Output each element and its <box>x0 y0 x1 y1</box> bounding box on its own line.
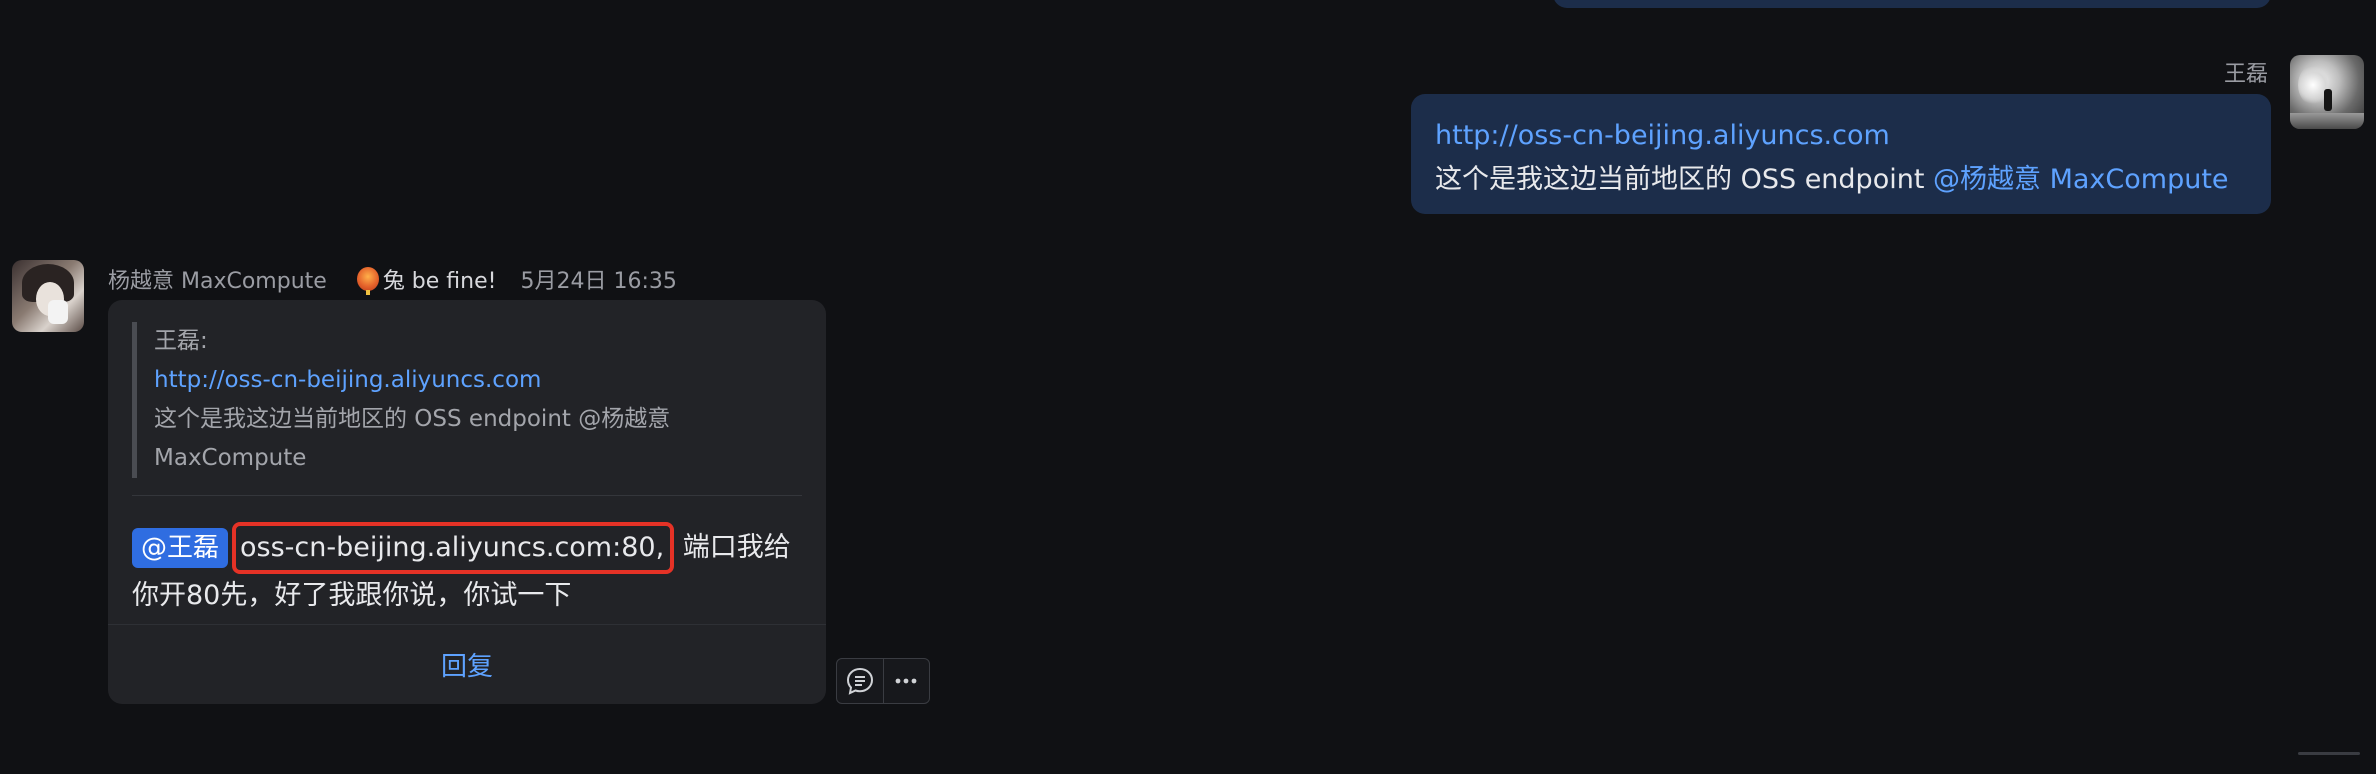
quote-text-line2: MaxCompute <box>154 445 307 471</box>
quote-divider <box>132 495 802 496</box>
incoming-avatar[interactable] <box>12 260 84 332</box>
reply-button[interactable]: 回复 <box>108 625 826 703</box>
outgoing-avatar[interactable] <box>2290 55 2364 129</box>
outgoing-link[interactable]: http://oss-cn-beijing.aliyuncs.com <box>1435 114 2247 158</box>
quote-link[interactable]: http://oss-cn-beijing.aliyuncs.com <box>154 361 802 400</box>
chat-bubble-icon <box>846 667 873 695</box>
more-dots-icon <box>895 678 917 684</box>
sender-status-text: 兔 be fine! <box>382 269 497 294</box>
quote-author: 王磊: <box>154 328 208 354</box>
quote-text-line1: 这个是我这边当前地区的 OSS endpoint @杨越意 <box>154 406 671 432</box>
avatar-figure-shape <box>2324 89 2332 111</box>
previous-message-bubble <box>1553 0 2271 8</box>
highlighted-endpoint: oss-cn-beijing.aliyuncs.com:80, <box>232 522 675 574</box>
sender-status: 兔 be fine! <box>356 263 497 295</box>
message-body: @王磊 oss-cn-beijing.aliyuncs.com:80, 端口我给你… <box>132 522 812 618</box>
scroll-indicator <box>2298 752 2360 755</box>
quoted-message[interactable]: 王磊: http://oss-cn-beijing.aliyuncs.com 这… <box>132 322 802 478</box>
more-button[interactable] <box>882 659 930 703</box>
chat-view: 王磊 http://oss-cn-beijing.aliyuncs.com 这个… <box>0 0 2376 774</box>
outgoing-text: 这个是我这边当前地区的 OSS endpoint @杨越意 MaxCompute <box>1435 158 2247 202</box>
outgoing-message-bubble[interactable]: http://oss-cn-beijing.aliyuncs.com 这个是我这… <box>1411 94 2271 214</box>
outgoing-mention[interactable]: @杨越意 MaxCompute <box>1933 164 2229 195</box>
incoming-sender-name[interactable]: 杨越意 MaxCompute <box>108 263 327 295</box>
outgoing-sender-name: 王磊 <box>2223 62 2268 87</box>
message-timestamp: 5月24日 16:35 <box>520 269 677 294</box>
lantern-icon <box>356 267 379 295</box>
avatar-bottle-shape <box>48 300 68 324</box>
reply-thread-button[interactable] <box>837 659 883 703</box>
avatar-ground-shape <box>2290 113 2364 129</box>
incoming-message-header: 杨越意 MaxCompute 兔 be fine! 5月24日 16:35 <box>108 263 677 295</box>
incoming-message-card[interactable]: 王磊: http://oss-cn-beijing.aliyuncs.com 这… <box>108 300 826 704</box>
mention-tag[interactable]: @王磊 <box>132 528 229 568</box>
outgoing-text-prefix: 这个是我这边当前地区的 OSS endpoint <box>1435 164 1933 195</box>
message-actions <box>836 658 930 704</box>
